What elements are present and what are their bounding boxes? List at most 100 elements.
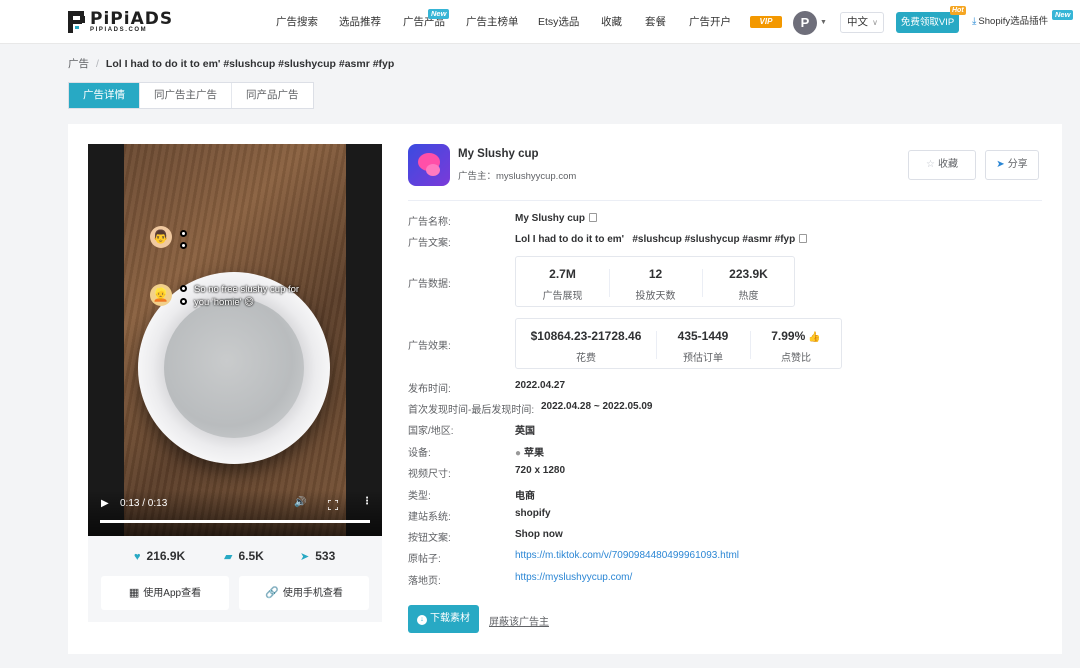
type-label: 类型:: [408, 491, 431, 502]
download-icon: ⤓: [972, 16, 977, 27]
video-frame: 👨 👱 So no free slushy cup for you 'homie…: [124, 144, 346, 536]
new-badge: New: [1052, 10, 1074, 20]
metric-value: 223.9K: [729, 267, 768, 281]
metric-label: 广告展现: [542, 291, 583, 302]
metric-value-row: 7.99% 👍: [750, 329, 842, 343]
metric-value: 435-1449: [677, 329, 729, 343]
chevron-down-icon[interactable]: ▼: [820, 19, 827, 26]
link-icon: 🔗: [265, 587, 279, 599]
dot-icon: [180, 298, 187, 305]
source-link[interactable]: https://m.tiktok.com/v/70909844804999610…: [515, 550, 739, 561]
more-options-icon[interactable]: ⋮: [362, 496, 372, 507]
metric-label: 花费: [576, 353, 596, 364]
user-avatar[interactable]: P: [793, 11, 817, 35]
nav-ad-search[interactable]: 广告搜索: [276, 0, 318, 44]
block-advertiser-link[interactable]: 屏蔽该广告主: [489, 613, 549, 628]
type-value: 电商: [515, 491, 535, 502]
app-icon-shape: [426, 164, 440, 176]
tab-ad-details[interactable]: 广告详情: [69, 83, 140, 108]
metric-label: 预估订单: [683, 353, 723, 364]
nav-etsy-picks[interactable]: Etsy选品: [538, 0, 579, 44]
tab-same-product[interactable]: 同产品广告: [232, 83, 313, 108]
app-icon: [408, 144, 450, 186]
comments-stat: ▰ 6.5K: [224, 549, 264, 563]
logo-mark-icon: [68, 11, 85, 33]
comments-count: 6.5K: [238, 549, 264, 563]
favorite-button[interactable]: ☆ 收藏: [908, 150, 976, 180]
new-badge: New: [428, 9, 450, 19]
app-view-button[interactable]: ▦ 使用App查看: [101, 576, 229, 610]
metric-like-ratio: 7.99% 👍 点赞比: [750, 329, 842, 364]
share-label: 分享: [1007, 159, 1028, 170]
likes-stat: ♥ 216.9K: [134, 549, 185, 563]
shares-count: 533: [315, 549, 336, 563]
phone-view-button[interactable]: 🔗 使用手机查看: [239, 576, 369, 610]
metric-label: 热度: [738, 291, 759, 302]
ad-copy-value: Lol I had to do it to em' #slushcup #slu…: [515, 234, 808, 245]
apple-icon: ●: [515, 448, 522, 459]
download-label: 下载素材: [430, 613, 470, 624]
pipiads-logo[interactable]: PiPiADS PIPIADS.COM: [68, 11, 172, 35]
landing-link[interactable]: https://myslushyycup.com/: [515, 572, 632, 583]
advertiser-domain[interactable]: myslushyycup.com: [496, 171, 576, 182]
language-value: 中文: [847, 16, 868, 28]
shares-stat: ➤ 533: [300, 549, 335, 563]
nav-product-picks[interactable]: 选品推荐: [339, 0, 381, 44]
share-button[interactable]: ➤ 分享: [985, 150, 1039, 180]
size-value: 720 x 1280: [515, 465, 566, 476]
breadcrumb: 广告 / Lol I had to do it to em' #slushcup #…: [68, 56, 394, 71]
logo-text: PiPiADS: [90, 9, 174, 29]
publish-value: 2022.04.27: [515, 380, 566, 391]
advertiser-domain-line: 广告主：myslushyycup.com: [458, 168, 576, 182]
engagement-stats: ♥ 216.9K ▰ 6.5K ➤ 533 ▦ 使用App查看 🔗 使用手机查看: [88, 536, 382, 622]
nav-favorites[interactable]: 收藏: [601, 0, 622, 44]
nav-ad-account[interactable]: 广告开户: [689, 0, 731, 44]
favorite-label: 收藏: [937, 159, 958, 170]
landing-label: 落地页:: [408, 576, 441, 587]
video-progress-bar[interactable]: [100, 520, 370, 523]
country-value: 英国: [515, 426, 535, 437]
copy-icon[interactable]: [589, 213, 598, 222]
nav-advertiser-ranking[interactable]: 广告主榜单: [466, 0, 519, 44]
metric-value: 7.99%: [771, 329, 806, 343]
tab-same-advertiser[interactable]: 同广告主广告: [140, 83, 232, 108]
metric-days: 12 投放天数: [609, 267, 702, 302]
volume-icon[interactable]: 🔊: [294, 497, 306, 508]
copy-icon[interactable]: [799, 234, 808, 243]
detail-tabs: 广告详情 同广告主广告 同产品广告: [68, 82, 314, 109]
thumbs-up-icon: 👍: [808, 332, 821, 343]
language-select[interactable]: 中文 ∨: [840, 12, 884, 33]
download-button[interactable]: ↓ 下载素材: [408, 605, 479, 633]
seen-value: 2022.04.28 ~ 2022.05.09: [541, 401, 653, 412]
advertiser-label: 广告主：: [458, 171, 497, 182]
shopify-plugin-link[interactable]: ⤓ Shopify选品插件: [972, 0, 1048, 44]
vip-badge[interactable]: VIP: [750, 16, 782, 28]
phone-view-label: 使用手机查看: [282, 588, 343, 599]
ad-data-label: 广告数据:: [408, 279, 451, 290]
breadcrumb-root[interactable]: 广告: [68, 58, 89, 70]
likes-count: 216.9K: [146, 549, 186, 563]
nav-plans[interactable]: 套餐: [645, 0, 666, 44]
fullscreen-icon[interactable]: [328, 500, 338, 510]
caption-line: you 'homie' 😄: [194, 296, 255, 308]
heart-icon: ♥: [134, 551, 141, 563]
dot-icon: [180, 285, 187, 292]
play-icon[interactable]: ▶: [101, 498, 109, 509]
metric-value: 2.7M: [549, 267, 576, 281]
metric-label: 点赞比: [781, 353, 811, 364]
country-label: 国家/地区:: [408, 426, 454, 437]
woman-emoji-icon: 👱: [150, 284, 172, 306]
video-player[interactable]: 👨 👱 So no free slushy cup for you 'homie…: [88, 144, 382, 536]
ad-effect-box: $10864.23-21728.46 花费 435-1449 预估订单 7.99% 👍…: [515, 318, 842, 369]
nav-ad-products[interactable]: 广告产品: [403, 0, 445, 44]
device-text: 苹果: [524, 448, 545, 459]
send-icon: ➤: [300, 551, 310, 563]
free-vip-button[interactable]: 免费领取VIP: [896, 12, 959, 33]
ad-copy-label: 广告文案:: [408, 238, 451, 249]
breadcrumb-separator: /: [96, 58, 99, 70]
ad-name-value: My Slushy cup: [515, 213, 598, 224]
size-label: 视频尺寸:: [408, 469, 451, 480]
device-value: ● 苹果: [515, 444, 544, 459]
app-view-label: 使用App查看: [143, 588, 202, 599]
top-navbar: PiPiADS PIPIADS.COM 广告搜索 选品推荐 广告产品 New 广…: [0, 0, 1080, 44]
